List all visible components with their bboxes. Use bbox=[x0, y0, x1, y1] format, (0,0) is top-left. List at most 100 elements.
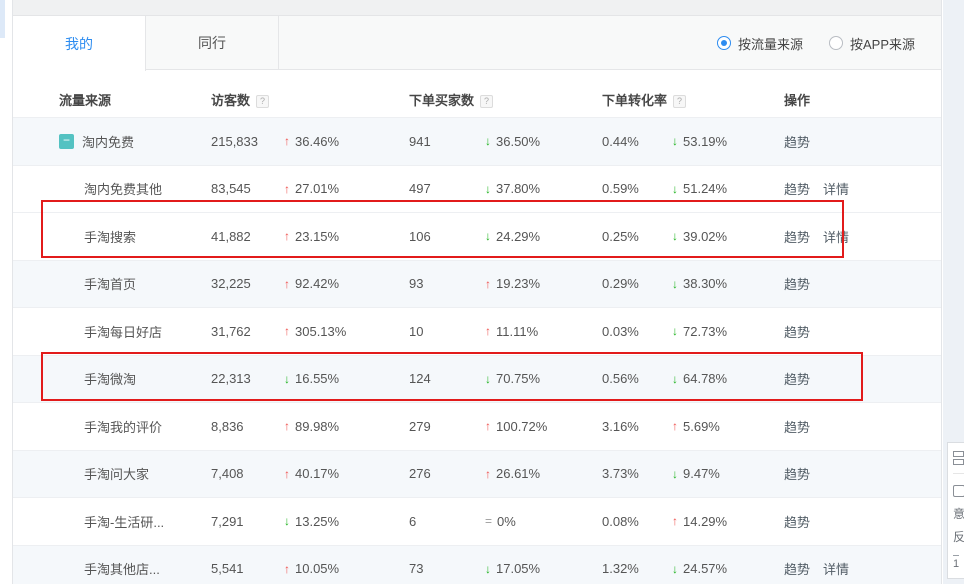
visitors-change: ↑ 27.01% bbox=[284, 181, 409, 196]
table-row[interactable]: 手淘首页 32,225 ↑ 92.42% 93 ↑ 19.23% 0.29% ↓… bbox=[13, 260, 941, 308]
radio-by-app-label: 按APP来源 bbox=[850, 34, 915, 53]
visitors-value: 215,833 bbox=[211, 134, 284, 149]
conversion-value: 0.56% bbox=[602, 371, 672, 386]
action-link[interactable]: 趋势 bbox=[784, 369, 810, 388]
buyers-value: 6 bbox=[409, 514, 485, 529]
left-rail-highlight bbox=[0, 0, 5, 38]
table-row[interactable]: 手淘问大家 7,408 ↑ 40.17% 276 ↑ 26.61% 3.73% … bbox=[13, 450, 941, 498]
trend-arrow-icon: ↑ bbox=[284, 277, 290, 291]
feedback-vertical-text[interactable]: 反 bbox=[953, 529, 964, 546]
trend-arrow-icon: ↑ bbox=[485, 324, 491, 338]
conversion-value: 0.59% bbox=[602, 181, 672, 196]
visitors-value: 31,762 bbox=[211, 324, 284, 339]
actions-cell: 趋势详情 bbox=[784, 559, 941, 578]
trend-arrow-icon: ↓ bbox=[672, 324, 678, 338]
visitors-change: ↑ 23.15% bbox=[284, 229, 409, 244]
conversion-change: ↓ 64.78% bbox=[672, 371, 784, 386]
table-row[interactable]: 手淘每日好店 31,762 ↑ 305.13% 10 ↑ 11.11% 0.03… bbox=[13, 307, 941, 355]
panel-icon[interactable] bbox=[953, 485, 964, 497]
collapse-minus-icon[interactable]: − bbox=[59, 134, 74, 149]
trend-arrow-icon: = bbox=[485, 514, 492, 528]
table-row[interactable]: 手淘其他店... 5,541 ↑ 10.05% 73 ↓ 17.05% 1.32… bbox=[13, 545, 941, 584]
source-name: 手淘-生活研... bbox=[84, 512, 164, 531]
action-link[interactable]: 趋势 bbox=[784, 512, 810, 531]
floating-side-widget: 意 反 1 bbox=[947, 442, 964, 579]
buyers-value: 124 bbox=[409, 371, 485, 386]
visitors-value: 41,882 bbox=[211, 229, 284, 244]
tab-peer[interactable]: 同行 bbox=[146, 16, 279, 70]
action-link[interactable]: 详情 bbox=[823, 179, 849, 198]
source-name-cell: 手淘每日好店 bbox=[13, 322, 211, 341]
actions-cell: 趋势详情 bbox=[784, 227, 941, 246]
action-link[interactable]: 趋势 bbox=[784, 132, 810, 151]
conversion-change: ↓ 53.19% bbox=[672, 134, 784, 149]
source-name-cell: 手淘我的评价 bbox=[13, 417, 211, 436]
radio-unselected-icon[interactable] bbox=[829, 36, 843, 50]
action-link[interactable]: 趋势 bbox=[784, 417, 810, 436]
action-link[interactable]: 趋势 bbox=[784, 274, 810, 293]
visitors-change: ↑ 89.98% bbox=[284, 419, 409, 434]
radio-by-app-source[interactable]: 按APP来源 bbox=[829, 34, 915, 53]
table-header: 流量来源 访客数? 下单买家数? 下单转化率? 操作 bbox=[13, 70, 941, 117]
radio-by-traffic-source[interactable]: 按流量来源 bbox=[717, 34, 803, 53]
trend-arrow-icon: ↑ bbox=[284, 467, 290, 481]
table-row[interactable]: 淘内免费其他 83,545 ↑ 27.01% 497 ↓ 37.80% 0.59… bbox=[13, 165, 941, 213]
buyers-value: 941 bbox=[409, 134, 485, 149]
source-radio-group: 按流量来源 按APP来源 bbox=[717, 16, 915, 70]
table-row[interactable]: 手淘我的评价 8,836 ↑ 89.98% 279 ↑ 100.72% 3.16… bbox=[13, 402, 941, 450]
trend-arrow-icon: ↑ bbox=[672, 419, 678, 433]
table-row[interactable]: 手淘微淘 22,313 ↓ 16.55% 124 ↓ 70.75% 0.56% … bbox=[13, 355, 941, 403]
visitors-value: 8,836 bbox=[211, 419, 284, 434]
visitors-change: ↑ 305.13% bbox=[284, 324, 409, 339]
trend-arrow-icon: ↑ bbox=[284, 134, 290, 148]
conversion-change: ↓ 9.47% bbox=[672, 466, 784, 481]
help-icon[interactable]: ? bbox=[480, 95, 493, 108]
conversion-value: 1.32% bbox=[602, 561, 672, 576]
radio-selected-icon[interactable] bbox=[717, 36, 731, 50]
action-link[interactable]: 趋势 bbox=[784, 179, 810, 198]
buyers-value: 93 bbox=[409, 276, 485, 291]
source-name-cell: 手淘搜索 bbox=[13, 227, 211, 246]
trend-arrow-icon: ↑ bbox=[284, 182, 290, 196]
trend-arrow-icon: ↑ bbox=[485, 277, 491, 291]
trend-arrow-icon: ↑ bbox=[485, 467, 491, 481]
buyers-change: ↓ 17.05% bbox=[485, 561, 602, 576]
buyers-change: ↑ 26.61% bbox=[485, 466, 602, 481]
help-icon[interactable]: ? bbox=[256, 95, 269, 108]
action-link[interactable]: 趋势 bbox=[784, 322, 810, 341]
col-header-buyers: 下单买家数? bbox=[409, 90, 602, 109]
trend-arrow-icon: ↓ bbox=[284, 372, 290, 386]
action-link[interactable]: 详情 bbox=[823, 227, 849, 246]
help-icon[interactable]: ? bbox=[673, 95, 686, 108]
trend-arrow-icon: ↓ bbox=[672, 467, 678, 481]
tab-my[interactable]: 我的 bbox=[13, 16, 146, 71]
apps-grid-icon[interactable] bbox=[953, 451, 964, 465]
buyers-value: 276 bbox=[409, 466, 485, 481]
buyers-change: = 0% bbox=[485, 514, 602, 529]
visitors-value: 7,291 bbox=[211, 514, 284, 529]
conversion-value: 0.25% bbox=[602, 229, 672, 244]
source-name-cell: 淘内免费其他 bbox=[13, 179, 211, 198]
feedback-vertical-text[interactable]: 意 bbox=[953, 506, 964, 523]
visitors-value: 7,408 bbox=[211, 466, 284, 481]
right-gutter: 意 反 1 bbox=[943, 0, 964, 584]
table-row[interactable]: 手淘-生活研... 7,291 ↓ 13.25% 6 = 0% 0.08% ↑ … bbox=[13, 497, 941, 545]
action-link[interactable]: 趋势 bbox=[784, 227, 810, 246]
source-name: 手淘首页 bbox=[84, 274, 136, 293]
visitors-value: 83,545 bbox=[211, 181, 284, 196]
conversion-change: ↓ 51.24% bbox=[672, 181, 784, 196]
conversion-change: ↑ 14.29% bbox=[672, 514, 784, 529]
action-link[interactable]: 趋势 bbox=[784, 559, 810, 578]
buyers-value: 497 bbox=[409, 181, 485, 196]
action-link[interactable]: 趋势 bbox=[784, 464, 810, 483]
conversion-value: 0.29% bbox=[602, 276, 672, 291]
table-body: − 淘内免费 215,833 ↑ 36.46% 941 ↓ 36.50% 0.4… bbox=[13, 117, 941, 584]
table-row[interactable]: 手淘搜索 41,882 ↑ 23.15% 106 ↓ 24.29% 0.25% … bbox=[13, 212, 941, 260]
col-header-source: 流量来源 bbox=[13, 90, 211, 109]
conversion-value: 0.08% bbox=[602, 514, 672, 529]
source-name: 淘内免费 bbox=[82, 132, 134, 151]
action-link[interactable]: 详情 bbox=[823, 559, 849, 578]
pager-number[interactable]: 1 bbox=[953, 555, 959, 570]
buyers-value: 279 bbox=[409, 419, 485, 434]
table-row[interactable]: − 淘内免费 215,833 ↑ 36.46% 941 ↓ 36.50% 0.4… bbox=[13, 117, 941, 165]
